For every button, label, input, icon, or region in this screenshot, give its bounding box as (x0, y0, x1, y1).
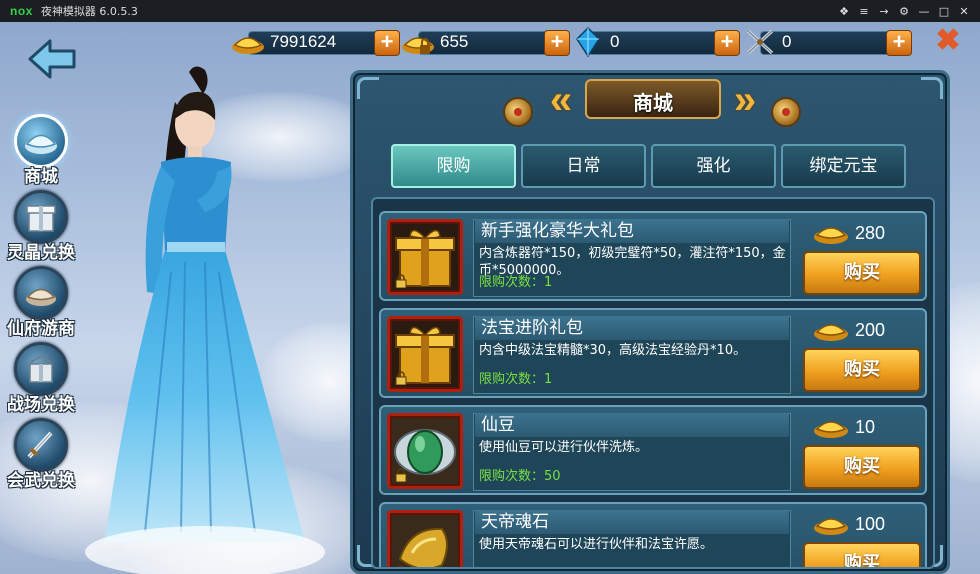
nav-label: 仙府游商 (7, 319, 75, 339)
currency-crystal: 0 + (570, 26, 740, 58)
minimize-button[interactable]: — (914, 5, 934, 18)
chevron-left-icon: « (549, 78, 573, 122)
item-price: 10 (811, 413, 921, 441)
panel-corner-ornament (921, 77, 943, 99)
panel-title: 商城 (633, 91, 673, 115)
item-price: 280 (811, 219, 921, 247)
lock-icon (397, 565, 405, 567)
window-controls: ❖ ≡ → ⚙ — □ ✕ (834, 0, 974, 22)
currency-gold: 7991624 + (230, 27, 400, 57)
shop-tabs: 限购 日常 强化 绑定元宝 (391, 144, 911, 188)
add-gold-button[interactable]: + (374, 30, 400, 56)
blue-crystal-icon (570, 26, 606, 58)
buy-button[interactable]: 购买 (803, 445, 921, 489)
lock-icon (395, 371, 407, 385)
gold-ingot-icon (814, 518, 848, 535)
back-arrow-icon[interactable] (26, 37, 78, 81)
sword-icon (14, 418, 68, 472)
lock-icon (395, 274, 407, 288)
list-item: 法宝进阶礼包 内含中级法宝精髓*30，高级法宝经验丹*10。 限购次数：1 20… (379, 308, 927, 398)
item-limit: 限购次数：1 (479, 275, 553, 290)
maximize-button[interactable]: □ (934, 5, 954, 18)
item-list[interactable]: 新手强化豪华大礼包 内含炼器符*150，初级完璧符*50，灌注符*150，金币*… (371, 197, 935, 569)
gold-ingot-icon (814, 324, 848, 341)
add-battle-button[interactable]: + (886, 30, 912, 56)
currency-battle: 0 + (742, 27, 912, 57)
nav-label: 灵晶兑换 (7, 243, 75, 263)
currency-value: 7991624 (270, 32, 337, 51)
item-description: 使用天帝魂石可以进行伙伴和法宝许愿。 (479, 537, 714, 552)
panel-corner-ornament (357, 77, 379, 99)
nav-label: 会武兑换 (7, 471, 75, 491)
item-limit: 限购次数：50 (479, 469, 561, 484)
item-name: 法宝进阶礼包 (475, 316, 789, 340)
buy-button[interactable]: 购买 (803, 542, 921, 567)
ornament-orb-icon (503, 97, 533, 127)
gold-ingot-icon (230, 27, 266, 57)
tab-daily[interactable]: 日常 (521, 144, 646, 188)
nav-shop[interactable]: 商城 (6, 114, 76, 187)
price-value: 280 (855, 223, 886, 243)
gold-ingot-icon (814, 421, 848, 438)
currency-locked-gold: 655 + (400, 27, 570, 57)
item-price: 200 (811, 316, 921, 344)
lock-icon (395, 468, 407, 482)
close-window-button[interactable]: ✕ (954, 5, 974, 18)
soul-stone-icon[interactable] (387, 510, 463, 567)
list-item: 新手强化豪华大礼包 内含炼器符*150，初级完璧符*50，灌注符*150，金币*… (379, 211, 927, 301)
merchant-ingot-icon (14, 266, 68, 320)
nav-label: 商城 (24, 167, 58, 187)
price-value: 10 (855, 417, 876, 437)
game-screen: 7991624 + 655 + 0 + 0 + ✖ 商城 灵晶兑换 仙府游商 战… (0, 22, 980, 574)
gift-box-icon (14, 190, 68, 244)
add-locked-gold-button[interactable]: + (544, 30, 570, 56)
item-description: 内含中级法宝精髓*30，高级法宝经验丹*10。 (479, 343, 747, 358)
item-name: 新手强化豪华大礼包 (475, 219, 789, 243)
nav-crystal-exchange[interactable]: 灵晶兑换 (6, 190, 76, 263)
gift-icon[interactable]: ❖ (834, 5, 854, 18)
nav-tournament-exchange[interactable]: 会武兑换 (6, 418, 76, 491)
item-limit: 限购次数：1 (479, 372, 553, 387)
tab-bound-gold[interactable]: 绑定元宝 (781, 144, 906, 188)
nox-logo: nox (10, 4, 33, 18)
shop-panel: « 商城 » 限购 日常 强化 绑定元宝 新手强化豪华大礼包 内含炼器符*150… (350, 70, 950, 574)
emulator-title-bar: nox 夜神模拟器 6.0.5.3 ❖ ≡ → ⚙ — □ ✕ (0, 0, 980, 22)
ornament-orb-icon (771, 97, 801, 127)
player-character (85, 62, 325, 574)
currency-value: 655 (440, 32, 469, 51)
nav-label: 战场兑换 (7, 395, 75, 415)
price-value: 100 (855, 514, 886, 534)
buy-button[interactable]: 购买 (803, 348, 921, 392)
buy-button[interactable]: 购买 (803, 251, 921, 295)
nav-battlefield-exchange[interactable]: 战场兑换 (6, 342, 76, 415)
tab-enhance[interactable]: 强化 (651, 144, 776, 188)
item-name: 仙豆 (475, 413, 789, 437)
list-item: 仙豆 使用仙豆可以进行伙伴洗炼。 限购次数：50 10 购买 (379, 405, 927, 495)
green-bean-icon[interactable] (387, 413, 463, 489)
currency-value: 0 (610, 32, 620, 51)
crossed-swords-icon (742, 27, 778, 57)
close-shop-button[interactable]: ✖ (935, 26, 961, 56)
locked-gold-ingot-icon (400, 27, 436, 57)
item-description: 使用仙豆可以进行伙伴洗炼。 (479, 440, 649, 455)
currency-value: 0 (782, 32, 792, 51)
battle-gift-icon (14, 342, 68, 396)
chevron-right-icon: » (733, 78, 757, 122)
menu-icon[interactable]: ≡ (854, 5, 874, 18)
window-title: 夜神模拟器 6.0.5.3 (40, 5, 138, 18)
pin-icon[interactable]: → (874, 5, 894, 18)
gold-gift-box-icon[interactable] (387, 316, 463, 392)
item-price: 100 (811, 510, 921, 538)
price-value: 200 (855, 320, 886, 340)
gold-gift-box-icon[interactable] (387, 219, 463, 295)
add-crystal-button[interactable]: + (714, 30, 740, 56)
settings-icon[interactable]: ⚙ (894, 5, 914, 18)
silver-ingot-icon (14, 114, 68, 168)
list-item: 天帝魂石 使用天帝魂石可以进行伙伴和法宝许愿。 100 购买 (379, 502, 927, 567)
panel-title-plate: 商城 (585, 79, 721, 119)
item-name: 天帝魂石 (475, 510, 789, 534)
gold-ingot-icon (814, 227, 848, 244)
nav-merchant[interactable]: 仙府游商 (6, 266, 76, 339)
tab-limited[interactable]: 限购 (391, 144, 516, 188)
